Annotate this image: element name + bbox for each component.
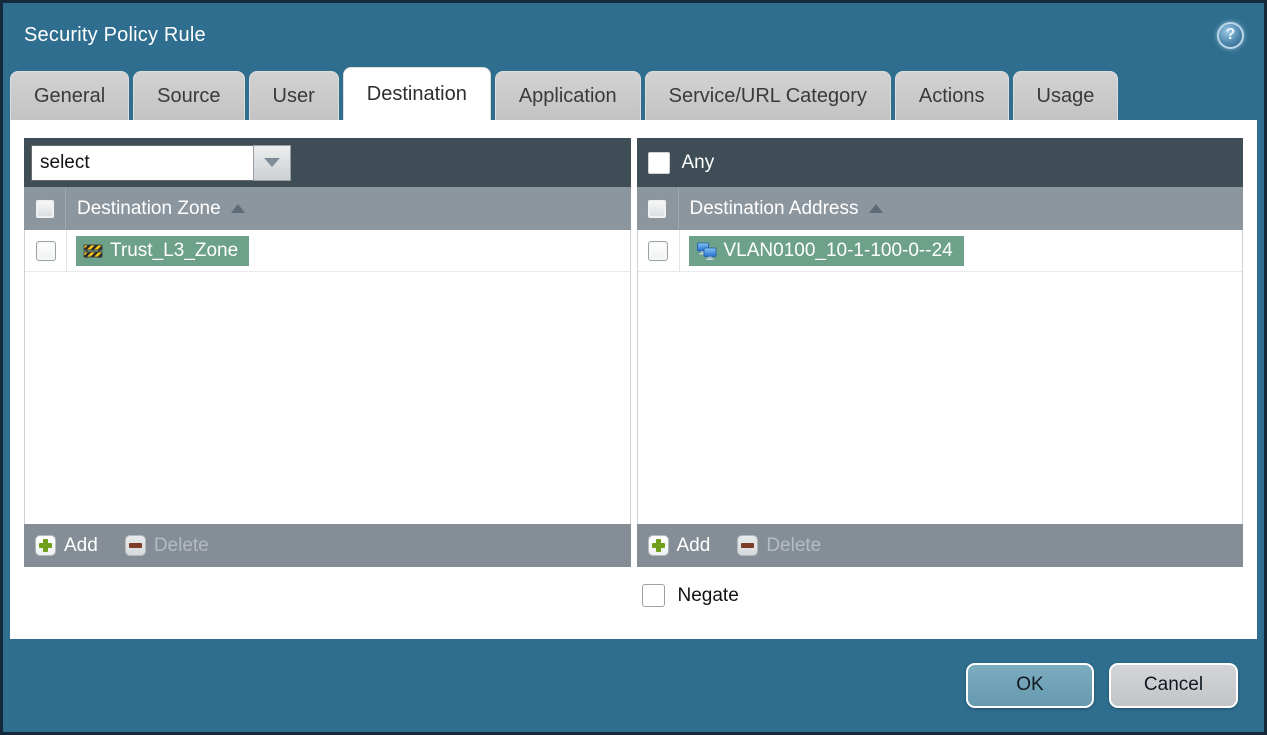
help-icon[interactable]: ? <box>1217 21 1244 49</box>
zone-column-header[interactable]: Destination Zone <box>24 187 631 230</box>
zone-row-checkbox[interactable] <box>35 240 56 261</box>
tab-bar: General Source User Destination Applicat… <box>3 67 1264 120</box>
sort-ascending-icon <box>868 204 883 213</box>
tab-general[interactable]: General <box>10 71 130 120</box>
zone-panel-toolbar <box>24 138 631 187</box>
address-panel-toolbar: Any <box>636 138 1243 187</box>
tab-destination[interactable]: Destination <box>342 67 491 120</box>
address-icon <box>696 242 717 260</box>
zone-type-combobox <box>31 144 291 181</box>
tab-service-url-category[interactable]: Service/URL Category <box>644 71 891 120</box>
minus-icon <box>737 535 759 556</box>
tab-application[interactable]: Application <box>494 71 641 120</box>
security-policy-rule-dialog: Security Policy Rule ? General Source Us… <box>0 0 1267 735</box>
tab-user[interactable]: User <box>248 71 339 120</box>
any-checkbox[interactable] <box>647 151 670 174</box>
zone-select-all-checkbox[interactable] <box>34 198 55 219</box>
address-add-button[interactable]: Add <box>647 535 710 557</box>
address-chip[interactable]: VLAN0100_10-1-100-0--24 <box>688 235 964 266</box>
zone-chip[interactable]: Trust_L3_Zone <box>76 235 250 266</box>
cancel-button[interactable]: Cancel <box>1109 662 1238 708</box>
any-label: Any <box>681 151 715 173</box>
address-panel-footer: Add Delete <box>636 524 1243 567</box>
plus-icon <box>647 535 669 556</box>
dialog-title: Security Policy Rule <box>24 23 206 46</box>
zone-type-input[interactable] <box>31 144 253 181</box>
zone-chip-label: Trust_L3_Zone <box>110 239 239 261</box>
address-select-all-checkbox[interactable] <box>647 198 667 219</box>
zone-add-button[interactable]: Add <box>35 535 98 557</box>
negate-label: Negate <box>677 584 739 606</box>
address-column-label: Destination Address <box>689 197 859 219</box>
zone-icon <box>83 243 103 259</box>
title-bar: Security Policy Rule ? <box>3 3 1264 67</box>
chevron-down-icon <box>264 158 280 167</box>
destination-zone-panel: Destination Zone <box>24 138 631 567</box>
address-delete-button[interactable]: Delete <box>737 535 821 557</box>
tab-source[interactable]: Source <box>133 71 245 120</box>
zone-delete-button[interactable]: Delete <box>124 535 209 557</box>
address-chip-label: VLAN0100_10-1-100-0--24 <box>723 239 953 261</box>
ok-button[interactable]: OK <box>966 662 1094 708</box>
plus-icon <box>35 535 56 556</box>
zone-list: Trust_L3_Zone <box>24 230 631 524</box>
negate-checkbox[interactable] <box>641 584 665 607</box>
address-row[interactable]: VLAN0100_10-1-100-0--24 <box>637 230 1242 272</box>
address-column-header[interactable]: Destination Address <box>636 187 1243 230</box>
destination-address-panel: Any Destination Address VLAN0100_10-1-10… <box>636 138 1243 567</box>
minus-icon <box>124 535 146 556</box>
address-row-checkbox[interactable] <box>648 240 668 261</box>
address-list: VLAN0100_10-1-100-0--24 <box>636 230 1243 524</box>
tab-usage[interactable]: Usage <box>1012 71 1119 120</box>
zone-row[interactable]: Trust_L3_Zone <box>25 230 630 272</box>
tab-actions[interactable]: Actions <box>894 71 1009 120</box>
zone-type-dropdown-button[interactable] <box>253 144 291 181</box>
dialog-footer: OK Cancel <box>3 639 1264 731</box>
zone-column-label: Destination Zone <box>77 197 221 219</box>
negate-option: Negate <box>637 584 1244 607</box>
sort-ascending-icon <box>230 204 245 213</box>
destination-tab-content: Destination Zone <box>10 120 1257 639</box>
zone-panel-footer: Add Delete <box>24 524 631 567</box>
